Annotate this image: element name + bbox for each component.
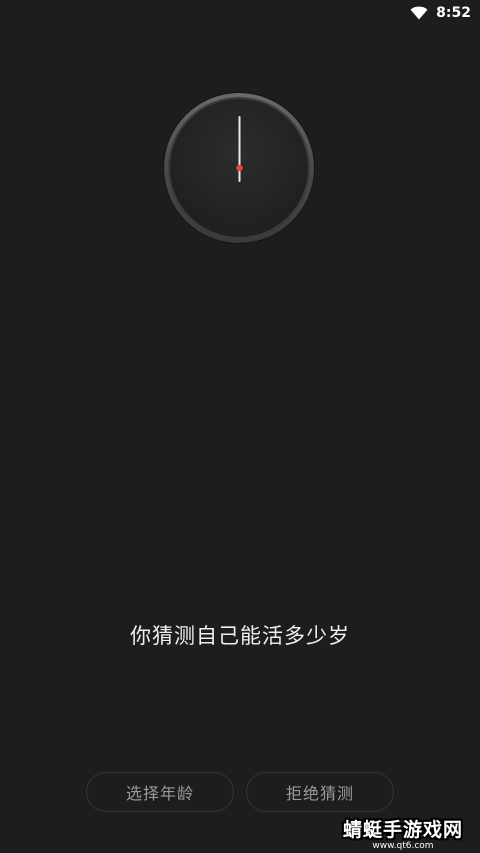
- watermark: 蜻蜓手游戏网 www.qt6.com: [340, 819, 466, 851]
- watermark-url: www.qt6.com: [372, 841, 434, 851]
- watermark-name: 蜻蜓手游戏网: [342, 819, 463, 841]
- clock-center-dot: [236, 164, 243, 172]
- status-bar: 8:52: [0, 0, 480, 26]
- wifi-icon: [410, 6, 428, 20]
- refuse-guess-button[interactable]: 拒绝猜测: [246, 772, 394, 812]
- status-time: 8:52: [436, 5, 471, 21]
- question-text: 你猜测自己能活多少岁: [130, 624, 350, 648]
- app-screen: 8:52 你猜测自己能活多少岁 选择年龄 拒绝猜测 蜻蜓手游戏网 www.qt6…: [0, 0, 480, 853]
- clock-icon: [162, 91, 316, 245]
- choose-age-button[interactable]: 选择年龄: [86, 772, 234, 812]
